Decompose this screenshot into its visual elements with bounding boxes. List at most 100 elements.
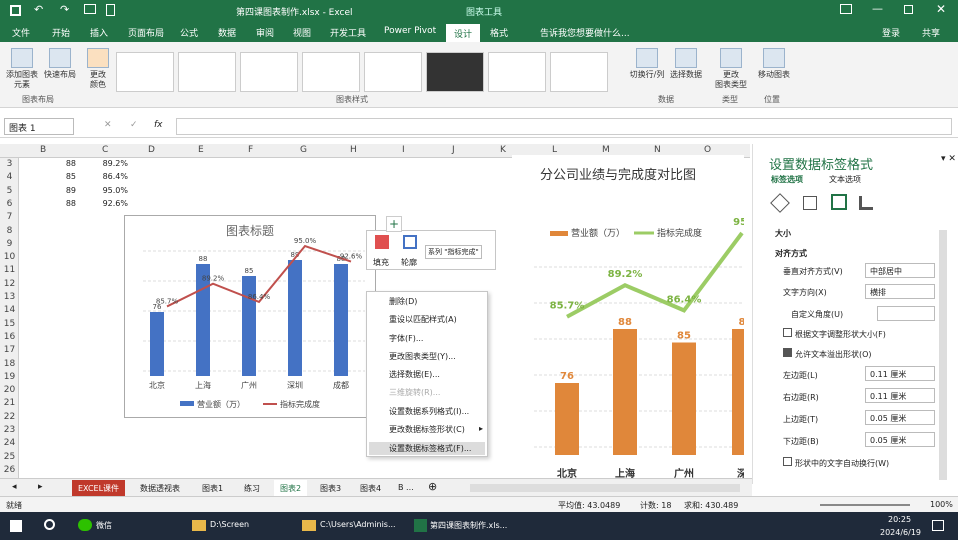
tab-insert[interactable]: 插入 <box>90 26 108 39</box>
chart-style-1[interactable] <box>116 52 174 92</box>
sheet-tab-more[interactable]: B ... <box>392 480 420 495</box>
tab-format[interactable]: 格式 <box>490 26 508 39</box>
row-header-19[interactable]: 19 <box>2 372 17 382</box>
save-icon[interactable] <box>10 5 21 16</box>
taskbar-path[interactable]: C:\Users\Adminis... <box>320 520 396 529</box>
cell[interactable]: 88 <box>40 159 76 168</box>
row-header-6[interactable]: 6 <box>2 199 17 209</box>
col-header-K[interactable]: K <box>500 145 506 155</box>
change-chart-type-button[interactable]: 更改 图表类型 <box>712 48 750 90</box>
outline-icon[interactable] <box>403 235 417 249</box>
tell-me[interactable]: 告诉我您想要做什么... <box>540 26 630 39</box>
row-header-16[interactable]: 16 <box>2 332 17 342</box>
ribbon-options-icon[interactable] <box>840 4 852 14</box>
chart-style-3[interactable] <box>240 52 298 92</box>
row-header-23[interactable]: 23 <box>2 425 17 435</box>
col-header-G[interactable]: G <box>300 145 307 155</box>
fill-icon[interactable] <box>375 235 389 249</box>
series-selector[interactable]: 系列 "指标完成" <box>425 245 482 259</box>
windows-start-icon[interactable] <box>10 520 22 532</box>
tab-file[interactable]: 文件 <box>12 26 30 39</box>
taskbar-wechat[interactable]: 微信 <box>96 520 112 531</box>
right-margin-input[interactable]: 0.11 厘米 <box>865 388 935 403</box>
section-size[interactable]: 大小 <box>775 228 791 239</box>
sheet-tab-practice[interactable]: 练习 <box>238 480 266 497</box>
new-icon[interactable] <box>106 4 115 16</box>
menu-delete[interactable]: 删除(D) <box>389 296 417 307</box>
menu-select-data[interactable]: 选择数据(E)... <box>389 369 440 380</box>
col-header-L[interactable]: L <box>552 145 557 155</box>
add-sheet-icon[interactable]: ⊕ <box>428 480 437 493</box>
chart-elements-button[interactable]: + <box>386 216 402 232</box>
chart-style-5[interactable] <box>364 52 422 92</box>
cell[interactable]: 89.2% <box>94 159 128 168</box>
switch-row-column-button[interactable]: 切换行/列 <box>626 48 668 80</box>
chart-style-2[interactable] <box>178 52 236 92</box>
undo-icon[interactable]: ↶ <box>34 3 43 16</box>
textdir-select[interactable]: 横排 <box>865 284 935 299</box>
scroll-right-icon[interactable]: ▸ <box>38 482 43 492</box>
row-header-26[interactable]: 26 <box>2 465 17 475</box>
col-header-H[interactable]: H <box>350 145 357 155</box>
col-header-D[interactable]: D <box>148 145 155 155</box>
row-header-12[interactable]: 12 <box>2 279 17 289</box>
taskbar-excel[interactable]: 第四课图表制作.xls... <box>430 520 507 531</box>
status-zoom[interactable]: 100% <box>930 500 953 509</box>
menu-format-series[interactable]: 设置数据系列格式(I)... <box>389 406 469 417</box>
zoom-slider[interactable] <box>820 504 910 506</box>
enter-icon[interactable]: ✓ <box>130 120 138 130</box>
sheet-tab-chart1[interactable]: 图表1 <box>196 480 229 497</box>
taskbar-folder[interactable]: D:\Screen <box>210 520 249 529</box>
col-header-M[interactable]: M <box>602 145 610 155</box>
menu-format-data-labels[interactable]: 设置数据标签格式(F)... <box>369 442 485 455</box>
cell[interactable]: 89 <box>40 186 76 195</box>
chart-1[interactable]: 图表标题 76 北京 88 上海 85 广州 89 深圳 88 成都 85.7% 89.2% 86.4% 9… <box>124 215 376 418</box>
redo-icon[interactable]: ↷ <box>60 3 69 16</box>
notification-icon[interactable] <box>932 520 944 531</box>
col-header-J[interactable]: J <box>452 145 455 155</box>
tab-label-options[interactable]: 标签选项 <box>771 174 803 185</box>
move-chart-button[interactable]: 移动图表 <box>756 48 792 80</box>
autofit-checkbox[interactable]: 根据文字调整形状大小(F) <box>795 329 886 340</box>
insert-function-icon[interactable]: fx <box>154 120 163 130</box>
tab-review[interactable]: 审阅 <box>256 26 274 39</box>
formula-input[interactable] <box>176 118 952 135</box>
row-header-9[interactable]: 9 <box>2 239 17 249</box>
close-icon[interactable]: ✕ <box>936 2 946 16</box>
quick-layout-button[interactable]: 快速布局 <box>42 48 78 80</box>
row-header-17[interactable]: 17 <box>2 345 17 355</box>
scroll-left-icon[interactable]: ◂ <box>12 482 17 492</box>
search-icon[interactable] <box>44 519 55 530</box>
col-header-I[interactable]: I <box>402 145 405 155</box>
bottom-margin-input[interactable]: 0.05 厘米 <box>865 432 935 447</box>
select-data-button[interactable]: 选择数据 <box>668 48 704 80</box>
share-button[interactable]: 共享 <box>922 26 940 39</box>
cancel-icon[interactable]: ✕ <box>104 120 112 130</box>
col-header-N[interactable]: N <box>654 145 661 155</box>
effects-icon[interactable] <box>803 196 817 210</box>
cell[interactable]: 88 <box>40 199 76 208</box>
section-alignment[interactable]: 对齐方式 <box>775 248 807 259</box>
tab-formulas[interactable]: 公式 <box>180 26 198 39</box>
row-header-11[interactable]: 11 <box>2 265 17 275</box>
tab-developer[interactable]: 开发工具 <box>330 26 366 39</box>
valign-select[interactable]: 中部居中 <box>865 263 935 278</box>
menu-change-label-shape[interactable]: 更改数据标签形状(C) <box>389 424 465 435</box>
row-header-8[interactable]: 8 <box>2 226 17 236</box>
col-header-E[interactable]: E <box>198 145 204 155</box>
row-header-10[interactable]: 10 <box>2 252 17 262</box>
menu-change-chart-type[interactable]: 更改图表类型(Y)... <box>389 351 456 362</box>
col-header-B[interactable]: B <box>40 145 46 155</box>
tab-page-layout[interactable]: 页面布局 <box>128 26 164 39</box>
add-chart-element-button[interactable]: 添加图表 元素 <box>4 48 40 90</box>
sheet-tab-chart3[interactable]: 图表3 <box>314 480 347 497</box>
row-header-24[interactable]: 24 <box>2 438 17 448</box>
sheet-tab-excel[interactable]: EXCEL课件 <box>72 480 126 497</box>
row-header-20[interactable]: 20 <box>2 385 17 395</box>
name-box[interactable]: 图表 1 <box>4 118 74 135</box>
tab-home[interactable]: 开始 <box>52 26 70 39</box>
open-icon[interactable] <box>84 4 96 14</box>
cell[interactable]: 86.4% <box>94 172 128 181</box>
row-header-14[interactable]: 14 <box>2 305 17 315</box>
chart-style-4[interactable] <box>302 52 360 92</box>
